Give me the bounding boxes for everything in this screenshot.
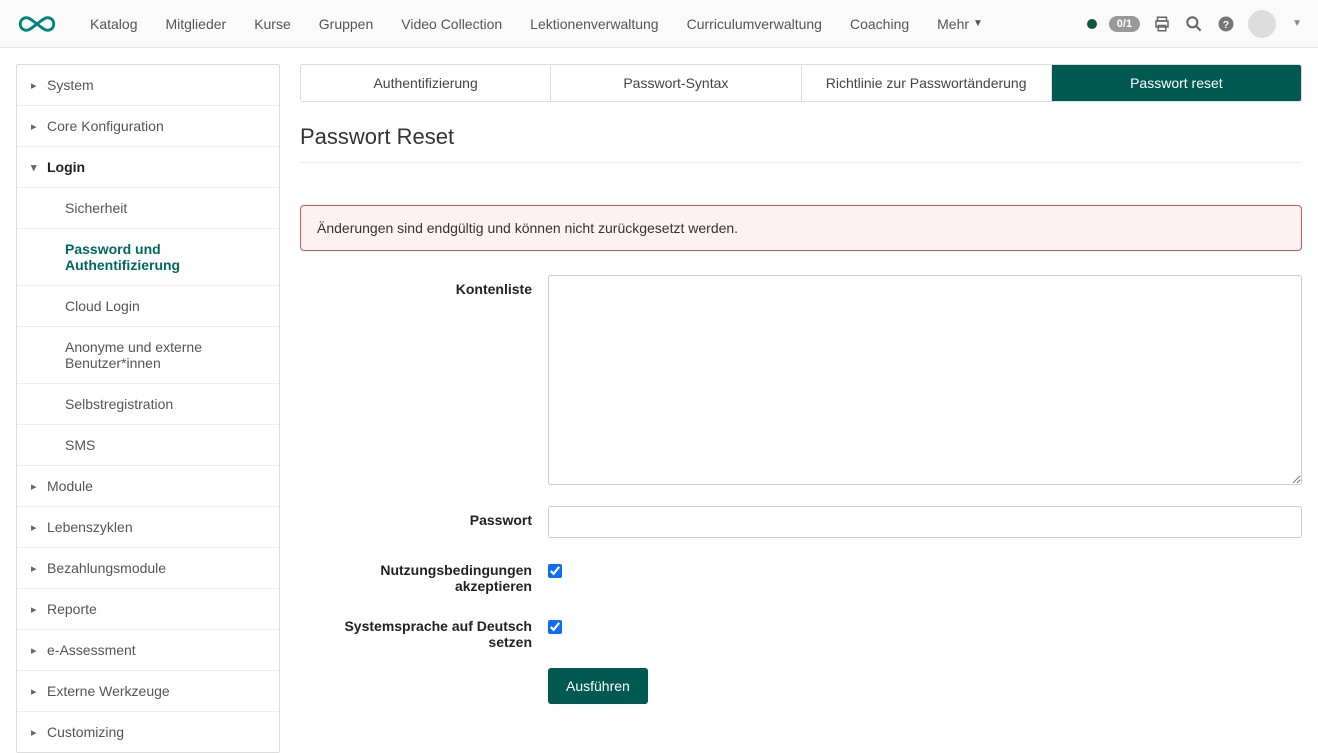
sidebar-item-label: Reporte (47, 601, 97, 617)
nav-item-kurse[interactable]: Kurse (240, 0, 305, 48)
help-icon[interactable]: ? (1216, 14, 1236, 34)
form-control (548, 275, 1302, 488)
nav-item-video-collection[interactable]: Video Collection (387, 0, 516, 48)
form-control (548, 556, 1302, 581)
status-dot-icon[interactable] (1087, 19, 1097, 29)
form-control: Ausführen (548, 668, 1302, 704)
sidebar-item-sms[interactable]: SMS (17, 425, 279, 466)
form-row-terms: Nutzungsbedingungen akzeptieren (300, 556, 1302, 594)
page-title: Passwort Reset (300, 124, 1302, 163)
terms-checkbox[interactable] (548, 564, 562, 578)
sidebar-item-label: System (47, 77, 94, 93)
sidebar: ▸ System ▸ Core Konfiguration ▾ Login Siche… (16, 64, 280, 753)
accounts-textarea[interactable] (548, 275, 1302, 485)
nav-item-lektionenverwaltung[interactable]: Lektionenverwaltung (516, 0, 672, 48)
sidebar-item-label: Selbstregistration (65, 396, 173, 412)
nav-item-coaching[interactable]: Coaching (836, 0, 923, 48)
caret-right-icon: ▸ (31, 644, 41, 657)
top-navbar: Katalog Mitglieder Kurse Gruppen Video C… (0, 0, 1318, 48)
caret-down-icon: ▾ (31, 161, 41, 174)
avatar-chevron-down-icon[interactable]: ▼ (1292, 18, 1302, 29)
svg-text:?: ? (1223, 18, 1229, 30)
sidebar-item-core-konfiguration[interactable]: ▸ Core Konfiguration (17, 106, 279, 147)
sidebar-item-e-assessment[interactable]: ▸ e-Assessment (17, 630, 279, 671)
form-row-submit: Ausführen (300, 668, 1302, 704)
sidebar-item-label: Password und Authentifizierung (65, 241, 265, 273)
form-row-lang: Systemsprache auf Deutsch setzen (300, 612, 1302, 650)
caret-right-icon: ▸ (31, 685, 41, 698)
nav-right: 0/1 ? ▼ (1087, 10, 1302, 38)
nav-item-gruppen[interactable]: Gruppen (305, 0, 387, 48)
form: Kontenliste Passwort Nutzungsbedingungen… (300, 275, 1302, 704)
sidebar-item-lebenszyklen[interactable]: ▸ Lebenszyklen (17, 507, 279, 548)
form-control (548, 612, 1302, 637)
label-empty (300, 668, 548, 674)
sidebar-item-anonyme-externe[interactable]: Anonyme und externe Benutzer*innen (17, 327, 279, 384)
label-password: Passwort (300, 506, 548, 528)
sidebar-item-label: Bezahlungsmodule (47, 560, 166, 576)
tab-passwort-syntax[interactable]: Passwort-Syntax (551, 65, 801, 101)
password-input[interactable] (548, 506, 1302, 538)
container: ▸ System ▸ Core Konfiguration ▾ Login Siche… (0, 48, 1318, 753)
nav-item-mitglieder[interactable]: Mitglieder (151, 0, 240, 48)
sidebar-item-selbstregistration[interactable]: Selbstregistration (17, 384, 279, 425)
sidebar-item-label: SMS (65, 437, 95, 453)
tab-passwort-reset[interactable]: Passwort reset (1052, 65, 1301, 101)
sidebar-item-sicherheit[interactable]: Sicherheit (17, 188, 279, 229)
tab-authentifizierung[interactable]: Authentifizierung (301, 65, 551, 101)
caret-right-icon: ▸ (31, 480, 41, 493)
chevron-down-icon: ▼ (973, 18, 983, 29)
form-row-password: Passwort (300, 506, 1302, 538)
form-row-accounts: Kontenliste (300, 275, 1302, 488)
sidebar-item-cloud-login[interactable]: Cloud Login (17, 286, 279, 327)
caret-right-icon: ▸ (31, 79, 41, 92)
sidebar-item-label: Sicherheit (65, 200, 127, 216)
avatar[interactable] (1248, 10, 1276, 38)
nav-item-katalog[interactable]: Katalog (76, 0, 151, 48)
sidebar-item-system[interactable]: ▸ System (17, 65, 279, 106)
main: Authentifizierung Passwort-Syntax Richtl… (300, 64, 1302, 753)
caret-right-icon: ▸ (31, 603, 41, 616)
sidebar-item-label: Anonyme und externe Benutzer*innen (65, 339, 265, 371)
logo-infinity-icon[interactable] (16, 12, 58, 36)
sidebar-item-module[interactable]: ▸ Module (17, 466, 279, 507)
sidebar-item-reporte[interactable]: ▸ Reporte (17, 589, 279, 630)
nav-items: Katalog Mitglieder Kurse Gruppen Video C… (76, 0, 1087, 48)
sidebar-item-label: Cloud Login (65, 298, 140, 314)
sidebar-item-customizing[interactable]: ▸ Customizing (17, 712, 279, 752)
sidebar-item-label: Login (47, 159, 85, 175)
print-icon[interactable] (1152, 14, 1172, 34)
search-icon[interactable] (1184, 14, 1204, 34)
sidebar-item-password-authentifizierung[interactable]: Password und Authentifizierung (17, 229, 279, 286)
label-accounts: Kontenliste (300, 275, 548, 297)
tabs: Authentifizierung Passwort-Syntax Richtl… (300, 64, 1302, 102)
alert-warning: Änderungen sind endgültig und können nic… (300, 205, 1302, 251)
caret-right-icon: ▸ (31, 120, 41, 133)
sidebar-item-label: e-Assessment (47, 642, 136, 658)
sidebar-item-label: Externe Werkzeuge (47, 683, 170, 699)
caret-right-icon: ▸ (31, 521, 41, 534)
sidebar-item-login[interactable]: ▾ Login (17, 147, 279, 188)
nav-item-label: Mehr (937, 16, 969, 32)
label-terms: Nutzungsbedingungen akzeptieren (300, 556, 548, 594)
nav-item-curriculumverwaltung[interactable]: Curriculumverwaltung (673, 0, 836, 48)
sidebar-item-label: Customizing (47, 724, 124, 740)
submit-button[interactable]: Ausführen (548, 668, 648, 704)
label-lang: Systemsprache auf Deutsch setzen (300, 612, 548, 650)
lang-checkbox[interactable] (548, 620, 562, 634)
caret-right-icon: ▸ (31, 726, 41, 739)
sidebar-item-bezahlungsmodule[interactable]: ▸ Bezahlungsmodule (17, 548, 279, 589)
caret-right-icon: ▸ (31, 562, 41, 575)
sidebar-item-externe-werkzeuge[interactable]: ▸ Externe Werkzeuge (17, 671, 279, 712)
tab-richtlinie[interactable]: Richtlinie zur Passwortänderung (802, 65, 1052, 101)
sidebar-item-label: Core Konfiguration (47, 118, 164, 134)
form-control (548, 506, 1302, 538)
sidebar-item-label: Module (47, 478, 93, 494)
sidebar-item-label: Lebenszyklen (47, 519, 133, 535)
badge-count[interactable]: 0/1 (1109, 16, 1140, 32)
nav-item-mehr[interactable]: Mehr ▼ (923, 0, 997, 48)
